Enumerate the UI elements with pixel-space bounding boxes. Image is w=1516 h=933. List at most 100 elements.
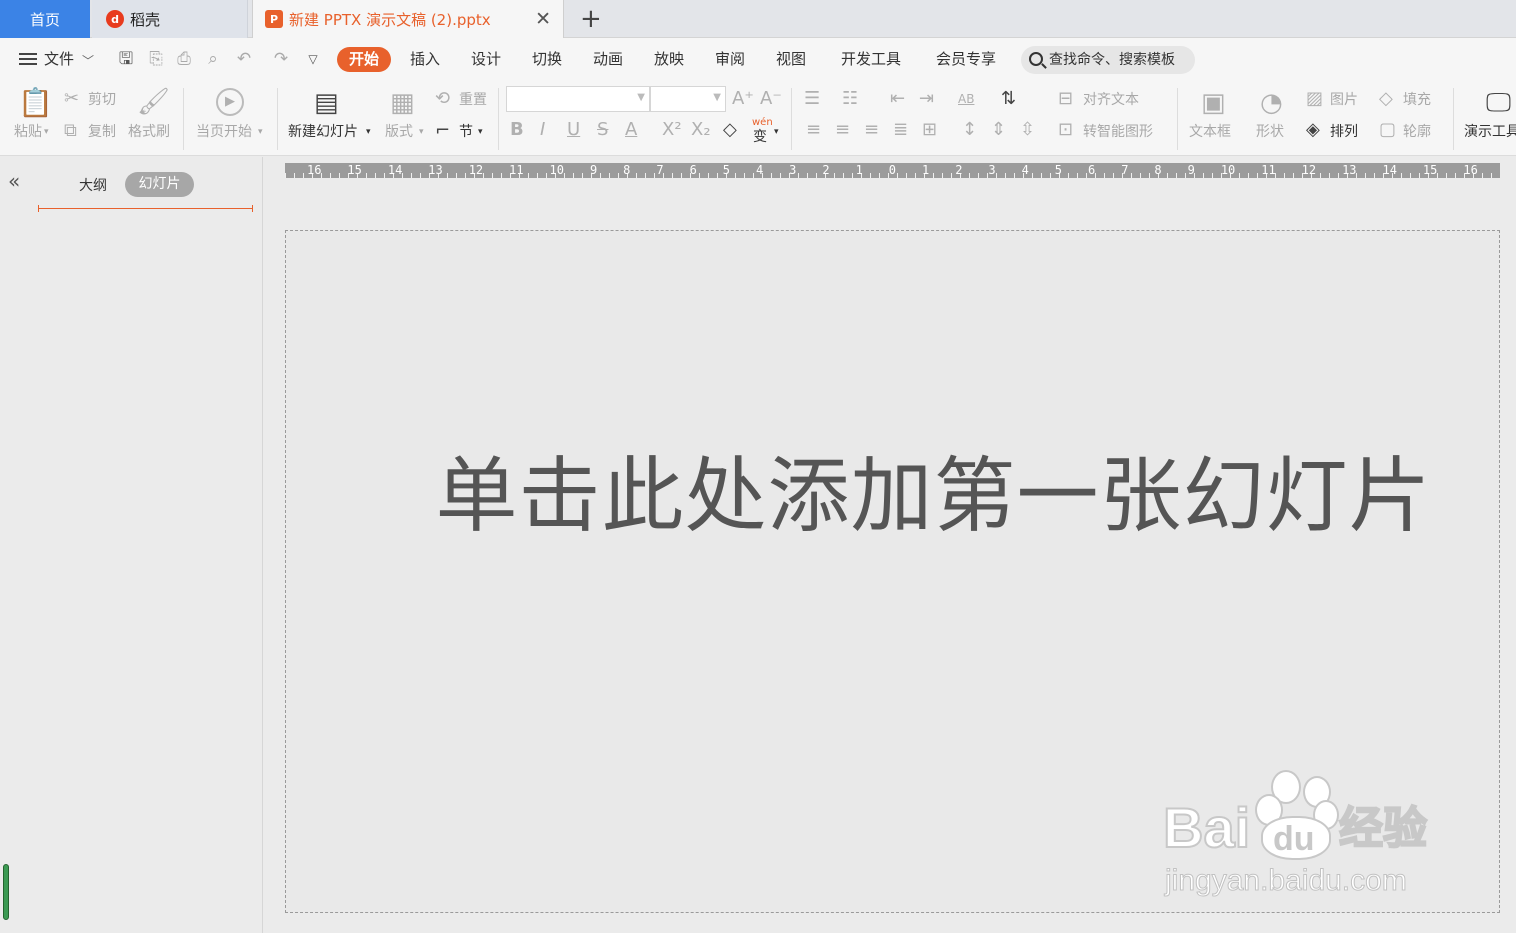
tab-document-label: 新建 PPTX 演示文稿 (2).pptx xyxy=(289,10,491,29)
collapse-panel-icon[interactable]: « xyxy=(8,171,20,191)
arrange-button[interactable]: 排列 xyxy=(1330,123,1358,141)
file-chevron-down-icon[interactable]: ﹀ xyxy=(82,52,94,69)
text-direction-icon[interactable]: AB xyxy=(958,88,974,110)
convert-smartart-button[interactable]: 转智能图形 xyxy=(1083,123,1153,141)
undo-icon[interactable]: ↶ xyxy=(234,49,254,69)
pptx-file-icon: P xyxy=(265,10,283,28)
numbering-icon[interactable]: ☷ xyxy=(842,88,858,110)
decrease-font-icon[interactable]: A⁻ xyxy=(760,88,782,110)
outline-icon[interactable]: ▢ xyxy=(1379,119,1396,141)
decrease-indent-icon[interactable]: ⇤ xyxy=(890,88,905,110)
bullets-icon[interactable]: ☰ xyxy=(804,88,820,110)
menu-tab-insert[interactable]: 插入 xyxy=(410,48,440,70)
new-slide-button[interactable]: 新建幻灯片 xyxy=(288,123,358,141)
align-right-icon[interactable]: ≡ xyxy=(864,119,879,141)
fill-icon[interactable]: ◇ xyxy=(1379,88,1393,110)
format-painter-button[interactable]: 格式刷 xyxy=(128,123,170,141)
new-slide-icon[interactable]: ▤ xyxy=(314,88,339,118)
paste-button[interactable]: 粘贴 xyxy=(14,123,42,141)
menu-tab-view[interactable]: 视图 xyxy=(776,48,806,70)
tab-daoke[interactable]: d 稻壳 xyxy=(92,0,248,38)
horizontal-ruler: 16 15 14 13 12 11 10 9 8 7 6 5 4 3 2 1 0 1 2 3 4 5 6 7 8 9 10 11 12 1… xyxy=(285,163,1500,178)
align-left-icon[interactable]: ≡ xyxy=(806,119,821,141)
menu-tab-transitions[interactable]: 切换 xyxy=(532,48,562,70)
ruler-mark: 14 xyxy=(387,163,403,177)
layout-icon[interactable]: ▦ xyxy=(390,88,415,118)
menu-tab-animation[interactable]: 动画 xyxy=(593,48,623,70)
picture-button[interactable]: 图片 xyxy=(1330,91,1358,109)
panel-scrollbar[interactable] xyxy=(3,864,9,920)
outline-tab[interactable]: 大纲 xyxy=(79,175,107,195)
slide-title-placeholder[interactable]: 单击此处添加第一张幻灯片 xyxy=(286,447,1501,547)
file-menu[interactable]: 文件 xyxy=(44,48,74,70)
menu-tab-developer[interactable]: 开发工具 xyxy=(841,48,901,70)
shape-icon[interactable]: ◔ xyxy=(1260,88,1283,118)
font-color-icon[interactable]: A xyxy=(625,119,637,141)
outline-button[interactable]: 轮廓 xyxy=(1403,123,1431,141)
align-text-icon[interactable]: ⊟ xyxy=(1058,88,1073,110)
presentation-tools-button[interactable]: 演示工具 xyxy=(1464,123,1516,141)
new-tab-plus-icon[interactable]: + xyxy=(580,4,602,34)
cut-icon[interactable]: ✂ xyxy=(64,88,79,110)
hamburger-menu-icon[interactable] xyxy=(19,53,37,65)
distribute-icon[interactable]: ⊞ xyxy=(922,119,937,141)
menu-tab-member[interactable]: 会员专享 xyxy=(936,48,996,70)
underline-icon[interactable]: U xyxy=(567,119,580,141)
reset-button[interactable]: 重置 xyxy=(459,91,487,109)
section-icon[interactable]: ⌐ xyxy=(435,120,450,142)
tab-home[interactable]: 首页 xyxy=(0,0,90,38)
textbox-button[interactable]: 文本框 xyxy=(1189,123,1231,141)
menu-tab-slideshow[interactable]: 放映 xyxy=(654,48,684,70)
menu-tab-review[interactable]: 审阅 xyxy=(715,48,745,70)
command-search-input[interactable]: 查找命令、搜索模板 xyxy=(1021,46,1195,74)
tab-document[interactable]: P 新建 PPTX 演示文稿 (2).pptx ✕ xyxy=(252,0,564,38)
copy-button[interactable]: 复制 xyxy=(88,123,116,141)
customize-quick-access-icon[interactable]: ▽ xyxy=(303,49,323,69)
from-current-slide-button[interactable]: 当页开始 xyxy=(196,123,252,141)
ruler-mark: 2 xyxy=(955,163,963,177)
textbox-icon[interactable]: ▣ xyxy=(1201,88,1226,118)
align-text-button[interactable]: 对齐文本 xyxy=(1083,91,1139,109)
increase-font-icon[interactable]: A⁺ xyxy=(732,88,754,110)
pinyin-guide-button[interactable]: 变 xyxy=(753,128,767,146)
section-button[interactable]: 节 xyxy=(459,123,473,141)
play-icon[interactable]: ▶ xyxy=(216,88,244,116)
cut-button[interactable]: 剪切 xyxy=(88,91,116,109)
subscript-icon[interactable]: X₂ xyxy=(691,119,711,141)
paragraph-spacing-icon[interactable]: ⇕ xyxy=(991,119,1006,141)
bold-icon[interactable]: B xyxy=(510,119,524,141)
increase-indent-icon[interactable]: ⇥ xyxy=(919,88,934,110)
justify-icon[interactable]: ≣ xyxy=(893,119,908,141)
layout-button[interactable]: 版式 xyxy=(385,123,413,141)
print-preview-icon[interactable]: ⌕ xyxy=(203,49,223,69)
close-tab-icon[interactable]: ✕ xyxy=(535,9,551,29)
format-painter-icon[interactable]: 🖌 xyxy=(137,86,170,118)
redo-icon[interactable]: ↷ xyxy=(271,49,291,69)
fill-button[interactable]: 填充 xyxy=(1403,91,1431,109)
menu-tab-design[interactable]: 设计 xyxy=(471,48,501,70)
shape-button[interactable]: 形状 xyxy=(1256,123,1284,141)
export-icon[interactable]: ⎘ xyxy=(146,49,166,69)
smartart-icon[interactable]: ⊡ xyxy=(1058,119,1073,141)
menu-tab-start[interactable]: 开始 xyxy=(337,47,391,72)
copy-icon[interactable]: ⧉ xyxy=(64,120,77,142)
superscript-icon[interactable]: X² xyxy=(662,119,682,141)
print-icon[interactable]: ⎙ xyxy=(174,49,194,69)
picture-icon[interactable]: ▨ xyxy=(1306,88,1323,110)
clear-format-icon[interactable]: ◇ xyxy=(723,119,737,141)
font-size-combo[interactable]: ▼ xyxy=(650,86,726,112)
paste-icon[interactable]: 📋 xyxy=(18,86,53,120)
presentation-tools-icon[interactable]: 🖵 xyxy=(1486,88,1511,118)
reset-icon[interactable]: ⟲ xyxy=(435,88,450,110)
arrange-icon[interactable]: ◈ xyxy=(1306,119,1320,141)
save-icon[interactable]: 🖫 xyxy=(116,49,136,69)
align-center-icon[interactable]: ≡ xyxy=(835,119,850,141)
columns-icon[interactable]: ⇳ xyxy=(1020,119,1035,141)
ruler-mark: 10 xyxy=(1220,163,1236,177)
italic-icon[interactable]: I xyxy=(540,119,545,141)
font-name-combo[interactable]: ▼ xyxy=(506,86,650,112)
sort-icon[interactable]: ⇅ xyxy=(1001,88,1016,110)
line-spacing-icon[interactable]: ↕ xyxy=(962,119,977,141)
strikethrough-icon[interactable]: S xyxy=(597,119,608,141)
slides-tab[interactable]: 幻灯片 xyxy=(125,172,194,197)
